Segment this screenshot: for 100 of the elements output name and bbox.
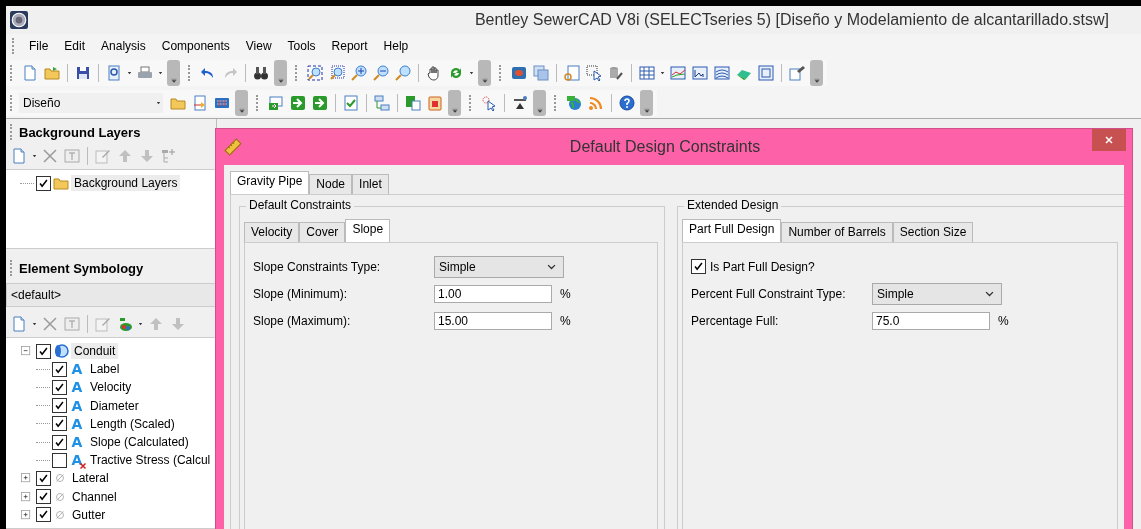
- input-field[interactable]: 1.00: [434, 284, 552, 303]
- binoculars-icon[interactable]: [253, 65, 269, 81]
- checkbox[interactable]: [52, 434, 67, 450]
- toolbar-overflow-button[interactable]: [810, 60, 823, 86]
- clipboard-icon[interactable]: [427, 95, 443, 111]
- scenario-dropdown[interactable]: Diseño: [19, 93, 163, 113]
- layers-icon[interactable]: [533, 65, 549, 81]
- tree-item[interactable]: Length (Scaled): [87, 415, 178, 432]
- menu-item[interactable]: Components: [153, 39, 238, 53]
- tree-item[interactable]: Lateral: [69, 470, 112, 487]
- menu-item[interactable]: Report: [323, 39, 376, 53]
- tree-item[interactable]: Background Layers: [71, 175, 181, 192]
- tab[interactable]: Inlet: [352, 174, 389, 194]
- document-icon[interactable]: [11, 148, 27, 164]
- help-icon[interactable]: [619, 95, 635, 111]
- profile-icon[interactable]: [670, 65, 686, 81]
- checkbox[interactable]: [36, 489, 51, 505]
- zoom-in-icon[interactable]: [351, 65, 367, 81]
- edit-icon[interactable]: [95, 148, 111, 164]
- toolbar-overflow-button[interactable]: [533, 90, 546, 116]
- compute-icon[interactable]: [268, 95, 284, 111]
- map-icon[interactable]: [511, 65, 527, 81]
- hierarchy-icon[interactable]: [374, 95, 390, 111]
- symbology-dropdown[interactable]: <default>: [6, 283, 216, 307]
- folder-icon[interactable]: [44, 65, 60, 81]
- checkbox[interactable]: [36, 343, 51, 359]
- menu-item[interactable]: File: [21, 39, 57, 53]
- menu-item[interactable]: Edit: [56, 39, 94, 53]
- tree-item[interactable]: Velocity: [87, 379, 135, 396]
- table-icon[interactable]: [639, 65, 655, 81]
- tab[interactable]: Cover: [299, 222, 346, 242]
- selection-icon[interactable]: [586, 65, 602, 81]
- input-field[interactable]: 15.00: [434, 311, 552, 330]
- zoom-extents-icon[interactable]: [307, 65, 323, 81]
- checkbox[interactable]: [36, 470, 51, 486]
- checkbox[interactable]: [52, 416, 67, 432]
- hammer-icon[interactable]: [789, 65, 805, 81]
- tab[interactable]: Part Full Design: [682, 219, 782, 242]
- tree-item[interactable]: Slope (Calculated): [87, 434, 192, 451]
- tab[interactable]: Node: [309, 174, 353, 194]
- pipe-network-icon[interactable]: [512, 95, 528, 111]
- refresh-icon[interactable]: [448, 65, 464, 81]
- close-button[interactable]: [1092, 129, 1126, 151]
- copy-icon[interactable]: [405, 95, 421, 111]
- dropdown[interactable]: Simple: [872, 282, 1002, 305]
- checkbox[interactable]: [52, 379, 67, 395]
- tree-item[interactable]: Tractive Stress (Calcul: [87, 452, 214, 469]
- checklist-icon[interactable]: [343, 95, 359, 111]
- graph-icon[interactable]: [692, 65, 708, 81]
- field-label: Slope (Maximum):: [253, 313, 352, 328]
- properties-icon[interactable]: [564, 65, 580, 81]
- checkbox[interactable]: [52, 361, 67, 377]
- calculator-icon[interactable]: [214, 95, 230, 111]
- document-icon[interactable]: [22, 65, 38, 81]
- toolbar-overflow-button[interactable]: [448, 90, 461, 116]
- tab[interactable]: Velocity: [244, 222, 300, 242]
- hand-icon[interactable]: [426, 65, 442, 81]
- menu-item[interactable]: Analysis: [93, 39, 154, 53]
- folder-icon[interactable]: [170, 95, 186, 111]
- checkbox-label: Is Part Full Design?: [710, 259, 815, 274]
- arrow-icon[interactable]: [290, 95, 306, 111]
- print-preview-icon[interactable]: [106, 65, 122, 81]
- toolbar-overflow-button[interactable]: [640, 90, 653, 116]
- tree-item[interactable]: Conduit: [71, 343, 119, 360]
- checkbox[interactable]: [36, 507, 51, 523]
- menu-item[interactable]: Tools: [279, 39, 324, 53]
- tree-item[interactable]: Label: [87, 361, 123, 378]
- zoom-window-icon[interactable]: [329, 65, 345, 81]
- input-field[interactable]: 75.0: [872, 311, 990, 330]
- dropdown[interactable]: Simple: [434, 255, 564, 278]
- tab[interactable]: Section Size: [892, 222, 974, 242]
- frame-icon[interactable]: [758, 65, 774, 81]
- checkbox[interactable]: [52, 398, 67, 414]
- checkbox[interactable]: [36, 175, 51, 191]
- tab[interactable]: Gravity Pipe: [230, 171, 310, 194]
- tree-item[interactable]: Channel: [69, 488, 120, 505]
- checkbox[interactable]: [691, 259, 706, 274]
- menu-item[interactable]: View: [237, 39, 280, 53]
- edit-icon[interactable]: [95, 316, 111, 332]
- tab[interactable]: Slope: [345, 219, 391, 242]
- color-palette-icon[interactable]: [117, 316, 133, 332]
- tree-item[interactable]: Gutter: [69, 506, 109, 523]
- contour-icon[interactable]: [714, 65, 730, 81]
- tree-item[interactable]: Diameter: [87, 397, 142, 414]
- globe-icon[interactable]: [566, 95, 582, 111]
- zoom-out-icon[interactable]: [373, 65, 389, 81]
- document-icon[interactable]: [11, 316, 27, 332]
- zoom-icon[interactable]: [395, 65, 411, 81]
- arrow-icon[interactable]: [312, 95, 328, 111]
- document-icon[interactable]: [192, 95, 208, 111]
- pointer-icon[interactable]: [481, 95, 497, 111]
- checkbox[interactable]: [52, 452, 67, 468]
- save-icon[interactable]: [75, 65, 91, 81]
- rss-icon[interactable]: [588, 95, 604, 111]
- query-icon[interactable]: [608, 65, 624, 81]
- toolbar-overflow-button[interactable]: [235, 90, 248, 116]
- add-child-icon[interactable]: [161, 148, 177, 164]
- tab[interactable]: Number of Barrels: [781, 222, 893, 242]
- menu-item[interactable]: Help: [375, 39, 417, 53]
- toolbar-overflow-button[interactable]: [274, 60, 287, 86]
